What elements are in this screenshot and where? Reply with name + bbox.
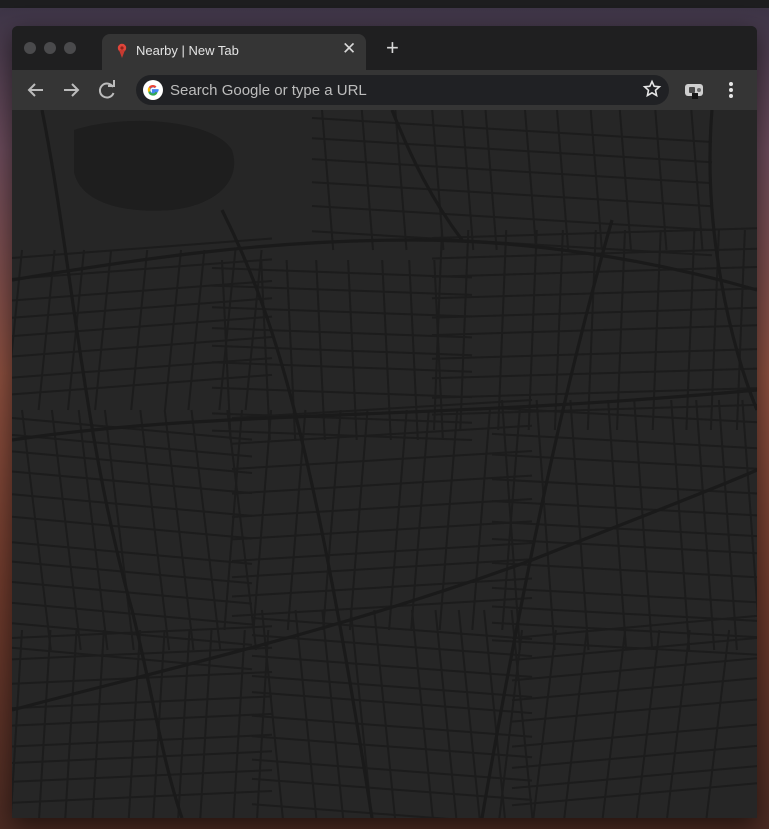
browser-window: Nearby | New Tab ✕ + Search Google or ty… xyxy=(12,26,757,818)
extension-icon[interactable] xyxy=(682,78,708,102)
window-minimize-dot[interactable] xyxy=(44,42,56,54)
tab-title: Nearby | New Tab xyxy=(136,43,239,58)
plus-icon[interactable]: + xyxy=(386,37,399,59)
browser-toolbar: Search Google or type a URL xyxy=(12,70,757,110)
tab-nearby[interactable]: Nearby | New Tab ✕ xyxy=(102,34,366,70)
map-view[interactable] xyxy=(12,110,757,818)
map-pin-icon xyxy=(117,43,127,58)
tab-strip: Nearby | New Tab ✕ + xyxy=(12,26,757,70)
close-icon[interactable]: ✕ xyxy=(342,39,356,59)
window-close-dot[interactable] xyxy=(24,42,36,54)
desktop-menu-strip xyxy=(0,0,769,8)
street-map xyxy=(12,110,757,818)
omnibox-placeholder: Search Google or type a URL xyxy=(170,82,367,99)
kebab-menu-icon[interactable] xyxy=(724,79,738,101)
window-zoom-dot[interactable] xyxy=(64,42,76,54)
arrow-left-icon[interactable] xyxy=(24,78,48,102)
reload-icon[interactable] xyxy=(95,78,119,102)
star-icon[interactable] xyxy=(642,79,662,99)
google-g-icon xyxy=(143,80,163,100)
omnibox[interactable]: Search Google or type a URL xyxy=(136,75,669,105)
arrow-right-icon[interactable] xyxy=(59,78,83,102)
